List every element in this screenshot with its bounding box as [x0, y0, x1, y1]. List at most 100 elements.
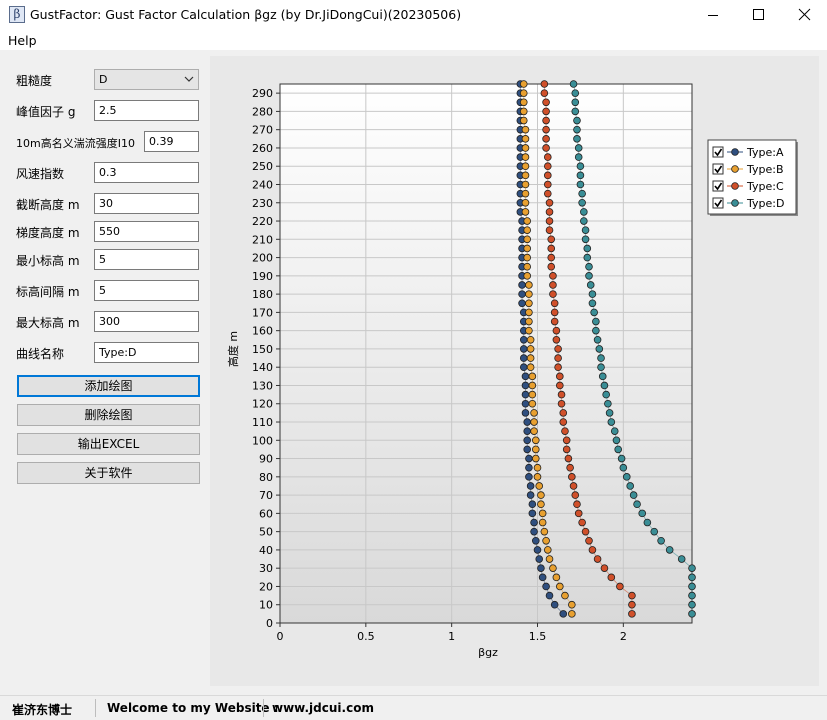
gust-factor-chart[interactable]: 0 0.5 1 1.5 20102030405060708090100110120130… — [210, 56, 819, 686]
data-point — [523, 244, 532, 253]
data-point — [542, 135, 550, 143]
data-point — [542, 536, 550, 545]
close-button[interactable] — [782, 0, 827, 30]
plot-background — [280, 84, 692, 623]
data-point — [528, 500, 537, 509]
data-point — [538, 518, 547, 527]
data-point — [552, 335, 561, 344]
data-point — [521, 409, 530, 417]
data-point — [545, 555, 554, 563]
data-point — [592, 326, 600, 335]
data-point — [585, 262, 593, 271]
about-button[interactable]: 关于软件 — [17, 462, 200, 484]
data-point — [586, 281, 595, 289]
data-point — [593, 555, 602, 563]
data-point — [535, 555, 544, 563]
data-point — [604, 399, 612, 408]
app-window: β GustFactor: Gust Factor Calculation βg… — [0, 0, 827, 720]
data-point — [525, 299, 533, 308]
data-point — [535, 482, 544, 490]
data-point — [531, 436, 540, 445]
data-point — [573, 125, 581, 134]
data-point — [531, 445, 540, 454]
data-point — [521, 208, 530, 216]
max-height-input[interactable]: 300 — [94, 311, 199, 332]
y-tick-label: 270 — [252, 124, 273, 137]
data-point — [588, 290, 597, 298]
add-plot-button[interactable]: 添加绘图 — [17, 375, 200, 397]
gradient-height-input[interactable]: 550 — [94, 221, 199, 242]
data-point — [521, 198, 530, 207]
curve-name-input[interactable]: Type:D — [94, 342, 199, 363]
data-point — [617, 454, 626, 463]
data-point — [554, 354, 562, 362]
data-point — [545, 226, 554, 234]
data-point — [556, 372, 564, 381]
data-point — [543, 162, 552, 171]
wind-exponent-label: 风速指数 — [16, 167, 65, 181]
data-point — [549, 290, 557, 298]
status-website[interactable]: www.jdcui.com — [272, 701, 374, 715]
data-point — [519, 335, 528, 344]
data-point — [574, 509, 583, 518]
y-tick-label: 0 — [266, 617, 273, 630]
y-tick-label: 20 — [259, 580, 273, 593]
legend-marker — [731, 199, 739, 207]
minimize-button[interactable] — [690, 0, 736, 30]
data-point — [585, 536, 593, 545]
data-point — [561, 591, 569, 600]
x-tick-label: 0 — [277, 630, 284, 643]
delete-plot-button[interactable]: 删除绘图 — [17, 404, 200, 426]
data-point — [526, 345, 535, 353]
data-point — [547, 262, 556, 271]
legend-marker — [731, 165, 739, 173]
data-point — [545, 591, 554, 600]
data-point — [688, 591, 696, 600]
data-point — [523, 217, 532, 225]
data-point — [588, 546, 597, 554]
data-point — [525, 281, 533, 289]
chart-grid — [279, 83, 693, 624]
data-point — [585, 272, 593, 280]
data-point — [556, 381, 564, 390]
data-point — [526, 354, 535, 362]
cutoff-height-label: 截断高度 m — [16, 198, 80, 212]
data-point — [530, 518, 538, 527]
data-point — [559, 418, 568, 426]
plot-panel[interactable]: 0 0.5 1 1.5 2 0 10 20 30 40 50 60 70 80 90 100 110 120 130… — [210, 56, 819, 686]
turbulence-input[interactable]: 0.39 — [144, 131, 199, 152]
y-tick-label: 150 — [252, 343, 273, 356]
min-height-label: 最小标高 m — [16, 254, 80, 268]
menu-help[interactable]: Help — [8, 33, 37, 48]
y-tick-label: 280 — [252, 105, 273, 118]
title-bar[interactable]: β GustFactor: Gust Factor Calculation βg… — [0, 0, 827, 30]
legend-label: Type:D — [746, 197, 784, 210]
close-icon — [798, 8, 811, 21]
data-point — [568, 610, 576, 618]
data-point — [523, 445, 532, 454]
data-point — [523, 226, 532, 234]
maximize-button[interactable] — [736, 0, 782, 30]
chart-legend[interactable]: Type:A Type:B Type:C Type:D — [707, 139, 798, 216]
export-excel-button[interactable]: 输出EXCEL — [17, 433, 200, 455]
y-tick-label: 60 — [259, 507, 273, 520]
status-author: 崔济东博士 — [12, 703, 73, 717]
status-welcome: Welcome to my Website : — [107, 701, 279, 715]
data-point — [564, 454, 573, 463]
data-point — [521, 125, 530, 134]
data-point — [549, 281, 557, 289]
data-point — [550, 299, 559, 308]
data-point — [519, 80, 528, 88]
wind-exponent-input[interactable]: 0.3 — [94, 162, 199, 183]
peak-factor-input[interactable]: 2.5 — [94, 100, 199, 121]
height-step-input[interactable]: 5 — [94, 280, 199, 301]
legend-label: Type:C — [746, 180, 784, 193]
cutoff-height-input[interactable]: 30 — [94, 193, 199, 214]
data-point — [525, 308, 533, 317]
data-point — [523, 235, 532, 244]
legend-label: Type:B — [746, 163, 784, 176]
min-height-input[interactable]: 5 — [94, 249, 199, 270]
data-point — [521, 153, 530, 161]
data-point — [550, 600, 559, 609]
data-point — [612, 436, 621, 445]
